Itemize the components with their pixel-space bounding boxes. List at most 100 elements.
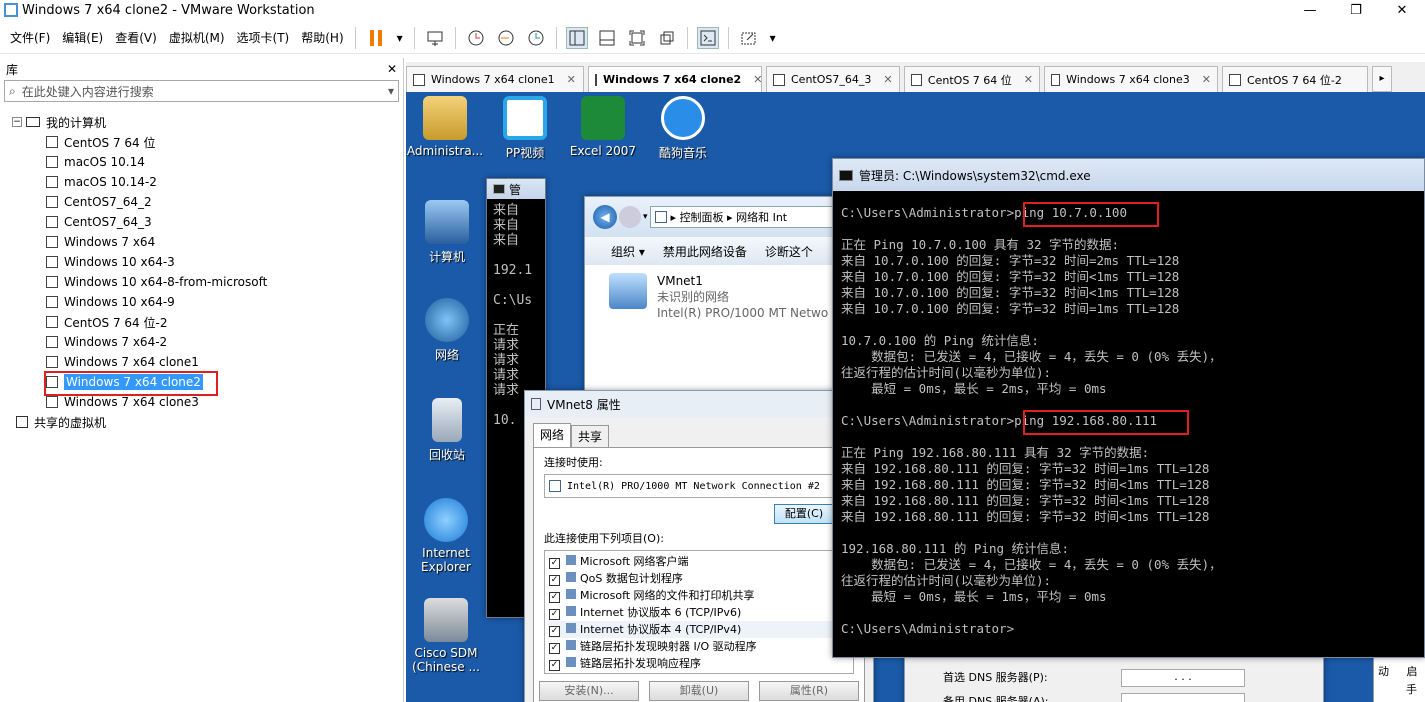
vm-item[interactable]: CentOS 7 64 位-2 [46, 312, 403, 332]
vmnet8-properties-dialog[interactable]: VMnet8 属性 网络 共享 连接时使用: Intel(R) PRO/1000… [524, 390, 874, 702]
chevron-down-icon[interactable]: ▾ [395, 27, 405, 49]
tab-label: Windows 7 x64 clone1 [431, 73, 555, 86]
adapter-item[interactable]: VMnet1 未识别的网络 Intel(R) PRO/1000 MT Netwo [585, 265, 843, 321]
checkbox[interactable]: ✓ [549, 626, 560, 637]
protocol-item[interactable]: ✓ Internet 协议版本 4 (TCP/IPv4) [549, 621, 849, 638]
breadcrumb-item[interactable]: 控制面板 [680, 209, 724, 225]
desktop-icon-recycle-bin[interactable]: 回收站 [408, 398, 486, 463]
vm-item[interactable]: macOS 10.14 [46, 152, 403, 172]
tab-centos-7-64[interactable]: CentOS 7 64 位 ✕ [904, 66, 1040, 92]
vm-label: macOS 10.14 [64, 155, 145, 169]
tab-sharing[interactable]: 共享 [571, 425, 610, 447]
tab-centos-7-64-2[interactable]: CentOS 7 64 位-2 [1222, 66, 1368, 92]
desktop-icon-excel[interactable]: Excel 2007 [564, 96, 642, 158]
library-search-input[interactable]: ⌕ 在此处键入内容进行搜索 ▾ [4, 80, 399, 102]
close-icon[interactable]: ✕ [753, 73, 762, 86]
vm-item[interactable]: Windows 7 x64-2 [46, 332, 403, 352]
vm-item[interactable]: Windows 10 x64-9 [46, 292, 403, 312]
snapshot-icon[interactable] [465, 27, 487, 49]
guest-desktop[interactable]: Administra... PP视频 Excel 2007 酷狗音乐 计算机 网… [406, 92, 1425, 702]
vm-item[interactable]: Windows 10 x64-8-from-microsoft [46, 272, 403, 292]
desktop-icon-kugou[interactable]: 酷狗音乐 [644, 96, 722, 161]
vm-item[interactable]: Windows 10 x64-3 [46, 252, 403, 272]
chevron-down-icon[interactable]: ▾ [643, 212, 648, 222]
menu-file[interactable]: 文件(F) [4, 29, 56, 46]
dns-preferred-input[interactable]: . . . [1121, 669, 1245, 687]
checkbox[interactable]: ✓ [549, 609, 560, 620]
menu-help[interactable]: 帮助(H) [295, 29, 349, 46]
checkbox[interactable]: ✓ [549, 575, 560, 586]
desktop-icon-pp-video[interactable]: PP视频 [486, 96, 564, 161]
desktop-icon-computer[interactable]: 计算机 [408, 200, 486, 265]
snapshot-manager-icon[interactable] [525, 27, 547, 49]
tab-windows-7-x64-clone3[interactable]: Windows 7 x64 clone3 ✕ [1044, 66, 1218, 92]
menu-tabs[interactable]: 选项卡(T) [231, 29, 296, 46]
chevron-down-icon[interactable]: ▾ [768, 27, 778, 49]
protocol-item[interactable]: ✓ 链路层拓扑发现响应程序 [549, 655, 849, 672]
restore-button[interactable]: ❐ [1333, 0, 1379, 20]
properties-button[interactable]: 属性(R) [759, 681, 859, 701]
forward-arrow-icon[interactable] [619, 206, 641, 228]
desktop-icon-internet-explorer[interactable]: Internet Explorer [408, 498, 484, 574]
close-button[interactable]: ✕ [1379, 0, 1425, 20]
thumbnail-view-icon[interactable] [596, 27, 618, 49]
close-icon[interactable]: ✕ [567, 73, 576, 86]
fullscreen-icon[interactable] [626, 27, 648, 49]
tab-network[interactable]: 网络 [533, 423, 572, 447]
vm-item[interactable]: CentOS7_64_2 [46, 192, 403, 212]
back-arrow-icon[interactable]: ◀ [593, 205, 617, 229]
tab-windows-7-x64-clone2[interactable]: Windows 7 x64 clone2 ✕ [588, 66, 762, 92]
breadcrumb-item[interactable]: 网络和 Int [736, 209, 787, 225]
minimize-button[interactable]: — [1287, 0, 1333, 20]
vm-item[interactable]: macOS 10.14-2 [46, 172, 403, 192]
menu-view[interactable]: 查看(V) [109, 29, 163, 46]
vm-item[interactable]: CentOS 7 64 位 [46, 132, 403, 152]
disable-device-button[interactable]: 禁用此网络设备 [663, 243, 747, 260]
tree-root-label: 我的计算机 [46, 115, 107, 130]
install-button[interactable]: 安装(N)... [539, 681, 639, 701]
collapse-icon[interactable]: − [12, 117, 22, 127]
dns-alternate-input[interactable] [1121, 693, 1245, 702]
menu-vm[interactable]: 虚拟机(M) [163, 29, 231, 46]
chevron-down-icon[interactable]: ▾ [388, 84, 394, 98]
close-icon[interactable]: ✕ [387, 62, 397, 76]
protocol-item[interactable]: ✓ Internet 协议版本 6 (TCP/IPv6) [549, 604, 849, 621]
close-icon[interactable]: ✕ [1024, 73, 1033, 86]
unity-icon[interactable] [656, 27, 678, 49]
pause-icon[interactable] [365, 27, 387, 49]
tree-root-my-computer[interactable]: − 我的计算机 [12, 112, 403, 132]
dialog-titlebar: VMnet8 属性 [525, 391, 873, 417]
checkbox[interactable]: ✓ [549, 660, 560, 671]
protocol-item[interactable]: ✓ 链路层拓扑发现映射器 I/O 驱动程序 [549, 638, 849, 655]
stretch-icon[interactable] [738, 27, 760, 49]
configure-button[interactable]: 配置(C) [774, 504, 834, 524]
library-view-icon[interactable] [565, 26, 588, 49]
diagnose-button[interactable]: 诊断这个 [765, 243, 813, 260]
menu-edit[interactable]: 编辑(E) [56, 29, 109, 46]
vm-item[interactable]: CentOS7_64_3 [46, 212, 403, 232]
vm-item[interactable]: Windows 7 x64 clone1 [46, 352, 403, 372]
checkbox[interactable]: ✓ [549, 558, 560, 569]
organize-button[interactable]: 组织 ▾ [611, 243, 645, 260]
tab-windows-7-x64-clone1[interactable]: Windows 7 x64 clone1 ✕ [406, 66, 584, 92]
desktop-icon-cisco-sdm[interactable]: Cisco SDM (Chinese ... [408, 598, 484, 674]
protocol-item[interactable]: ✓ QoS 数据包计划程序 [549, 570, 849, 587]
close-icon[interactable]: ✕ [1202, 73, 1211, 86]
revert-snapshot-icon[interactable] [495, 27, 517, 49]
protocol-item[interactable]: ✓ Microsoft 网络客户端 [549, 553, 849, 570]
tree-shared-vms[interactable]: 共享的虚拟机 [16, 412, 403, 432]
desktop-icon-administrator[interactable]: Administra... [406, 96, 484, 158]
tab-centos7-64-3[interactable]: CentOS7_64_3 ✕ [766, 66, 900, 92]
ipv4-properties-window[interactable]: 首选 DNS 服务器(P): . . . 备用 DNS 服务器(A): 动 启 … [904, 652, 1425, 702]
vm-item[interactable]: Windows 7 x64 [46, 232, 403, 252]
cmd-window[interactable]: 管理员: C:\Windows\system32\cmd.exe C:\User… [832, 158, 1425, 658]
protocol-item[interactable]: ✓ Microsoft 网络的文件和打印机共享 [549, 587, 849, 604]
desktop-icon-network[interactable]: 网络 [408, 298, 486, 363]
tab-scroll-right-icon[interactable]: ▸ [1372, 66, 1392, 92]
uninstall-button[interactable]: 卸载(U) [649, 681, 749, 701]
console-icon[interactable] [696, 26, 719, 49]
checkbox[interactable]: ✓ [549, 643, 560, 654]
checkbox[interactable]: ✓ [549, 592, 560, 603]
close-icon[interactable]: ✕ [883, 73, 892, 86]
send-keys-icon[interactable] [424, 27, 446, 49]
